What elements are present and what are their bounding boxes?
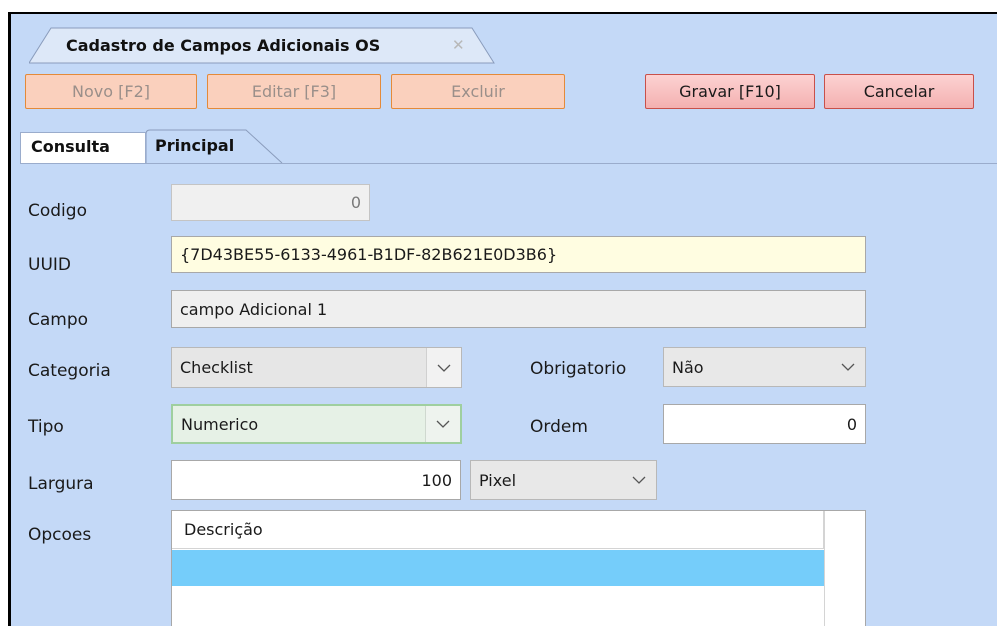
obrigatorio-label: Obrigatorio <box>530 359 627 379</box>
excluir-button[interactable]: Excluir <box>391 74 565 109</box>
chevron-down-icon[interactable] <box>622 461 656 499</box>
categoria-value: Checklist <box>180 358 253 377</box>
opcoes-label: Opcoes <box>28 525 92 545</box>
codigo-label: Codigo <box>28 201 87 221</box>
doc-tab-title: Cadastro de Campos Adicionais OS <box>66 36 381 55</box>
ordem-value: 0 <box>846 414 857 434</box>
grid-column-header[interactable]: Descrição <box>172 511 824 549</box>
uuid-label: UUID <box>28 255 71 275</box>
codigo-field[interactable]: 0 <box>171 184 370 221</box>
obrigatorio-value: Não <box>672 357 704 377</box>
uuid-value: {7D43BE55-6133-4961-B1DF-82B621E0D3B6} <box>180 245 558 264</box>
tab-divider <box>20 163 997 164</box>
tab-principal[interactable]: Principal <box>155 136 234 155</box>
uuid-field[interactable]: {7D43BE55-6133-4961-B1DF-82B621E0D3B6} <box>171 236 866 273</box>
campo-label: Campo <box>28 310 89 330</box>
tipo-value: Numerico <box>181 414 259 434</box>
ordem-label: Ordem <box>530 417 588 437</box>
editar-button[interactable]: Editar [F3] <box>207 74 381 109</box>
gravar-button[interactable]: Gravar [F10] <box>645 74 815 109</box>
codigo-value: 0 <box>350 193 361 212</box>
largura-label: Largura <box>28 474 94 494</box>
categoria-select[interactable]: Checklist <box>171 347 462 388</box>
largura-field[interactable]: 100 <box>171 460 461 500</box>
tab-consulta[interactable]: Consulta <box>20 132 146 164</box>
largura-value: 100 <box>421 470 452 490</box>
chevron-down-icon[interactable] <box>425 406 460 442</box>
cancelar-button[interactable]: Cancelar <box>824 74 974 109</box>
largura-unit-value: Pixel <box>479 470 517 490</box>
opcoes-grid[interactable]: Descrição <box>171 510 866 626</box>
ordem-field[interactable]: 0 <box>663 404 866 444</box>
table-row[interactable] <box>172 550 824 586</box>
categoria-label: Categoria <box>28 361 111 381</box>
tipo-select[interactable]: Numerico <box>171 404 462 444</box>
close-icon[interactable]: ✕ <box>452 36 465 54</box>
doc-tab[interactable]: Cadastro de Campos Adicionais OS ✕ <box>33 28 473 64</box>
grid-divider <box>824 511 825 626</box>
chevron-down-icon[interactable] <box>426 348 461 387</box>
obrigatorio-select[interactable]: Não <box>663 347 866 387</box>
campo-value: campo Adicional 1 <box>180 299 328 319</box>
tipo-label: Tipo <box>28 417 64 437</box>
largura-unit-select[interactable]: Pixel <box>470 460 657 500</box>
grid-column-header-label: Descrição <box>184 520 263 539</box>
chevron-down-icon[interactable] <box>831 348 865 386</box>
campo-field[interactable]: campo Adicional 1 <box>171 290 866 328</box>
tab-consulta-label: Consulta <box>31 137 110 156</box>
app-window: Cadastro de Campos Adicionais OS ✕ Novo … <box>8 12 997 626</box>
novo-button[interactable]: Novo [F2] <box>25 74 197 109</box>
